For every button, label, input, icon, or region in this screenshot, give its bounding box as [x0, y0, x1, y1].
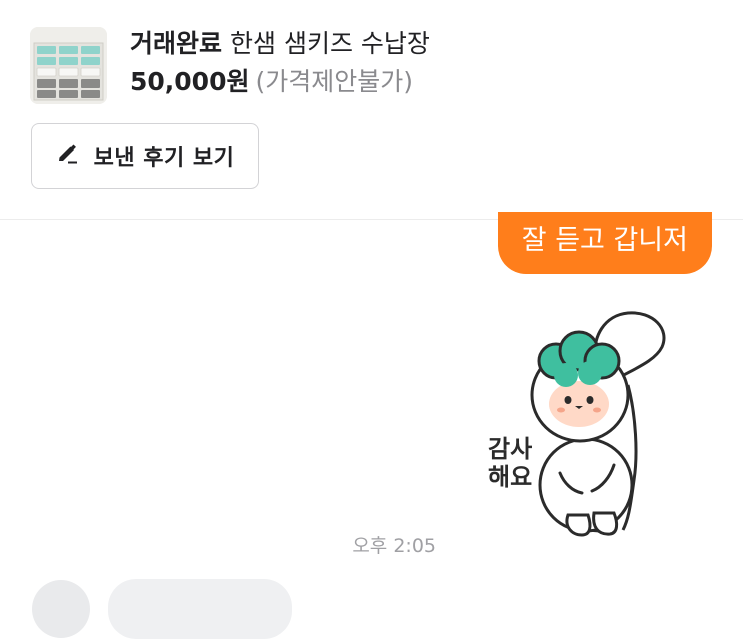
product-header: 거래완료 한샘 샘키즈 수납장 50,000원 (가격제안불가) 보낸 후기 보기: [0, 0, 743, 220]
product-status-line: 거래완료 한샘 샘키즈 수납장: [130, 28, 430, 60]
pencil-icon: [56, 142, 82, 170]
product-title: 한샘 샘키즈 수납장: [230, 29, 430, 58]
sticker-caption: 감사해요: [488, 435, 533, 491]
product-thumbnail[interactable]: [30, 27, 107, 104]
incoming-message-bubble[interactable]: [108, 579, 292, 639]
storage-cabinet-photo: [30, 27, 107, 104]
product-price-line: 50,000원 (가격제안불가): [130, 66, 413, 98]
sent-review-label: 보낸 후기 보기: [93, 146, 235, 171]
chat-area[interactable]: 잘 듣고 갑니저 감사해요 오후 2:05: [0, 212, 743, 639]
outgoing-message-bubble[interactable]: 잘 듣고 갑니저: [497, 212, 712, 274]
price-offer-note: (가격제안불가): [255, 67, 413, 96]
thank-you-sticker[interactable]: 감사해요: [478, 305, 678, 545]
product-price: 50,000원: [130, 67, 250, 96]
sent-review-button[interactable]: 보낸 후기 보기: [31, 123, 259, 189]
deal-status: 거래완료: [130, 29, 223, 58]
avatar[interactable]: [32, 580, 90, 638]
message-timestamp: 오후 2:05: [352, 535, 436, 557]
rabbit-sticker-icon: [530, 311, 666, 537]
